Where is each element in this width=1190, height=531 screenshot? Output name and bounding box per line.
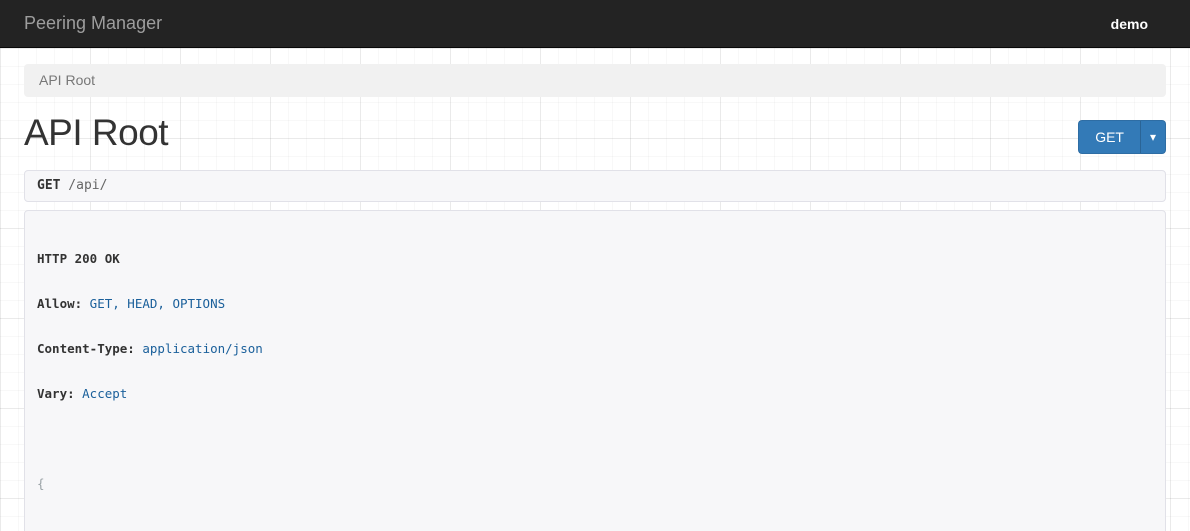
header-content-type: Content-Type:application/json (37, 341, 1153, 356)
response-panel: HTTP 200 OK Allow:GET, HEAD, OPTIONS Con… (24, 210, 1166, 531)
header-name: Content-Type: (37, 341, 135, 356)
status-line: HTTP 200 OK (37, 251, 1153, 266)
request-info-bar: GET/api/ (24, 170, 1166, 202)
brand-link[interactable]: Peering Manager (24, 13, 162, 34)
get-button[interactable]: GET (1078, 120, 1140, 154)
top-navbar: Peering Manager demo (0, 0, 1190, 48)
header-value: application/json (135, 341, 263, 356)
get-format-dropdown-button[interactable]: ▾ (1140, 120, 1166, 154)
breadcrumb-item-current: API Root (39, 72, 95, 88)
page-title: API Root (24, 113, 168, 154)
blank-line (37, 431, 1153, 446)
get-button-group: GET ▾ (1078, 120, 1166, 154)
caret-down-icon: ▾ (1150, 131, 1156, 143)
header-vary: Vary:Accept (37, 386, 1153, 401)
request-method: GET (37, 178, 60, 193)
user-menu[interactable]: demo (1111, 16, 1148, 32)
breadcrumb: API Root (24, 64, 1166, 97)
content-area: API Root API Root GET ▾ GET/api/ HTTP 20… (0, 48, 1190, 531)
title-row: API Root GET ▾ (24, 113, 1166, 161)
response-code-block: HTTP 200 OK Allow:GET, HEAD, OPTIONS Con… (37, 221, 1153, 531)
header-value: GET, HEAD, OPTIONS (82, 296, 225, 311)
json-open-brace: { (37, 476, 1153, 491)
header-name: Vary: (37, 386, 75, 401)
header-allow: Allow:GET, HEAD, OPTIONS (37, 296, 1153, 311)
header-name: Allow: (37, 296, 82, 311)
header-value: Accept (75, 386, 128, 401)
request-path: /api/ (60, 178, 107, 193)
